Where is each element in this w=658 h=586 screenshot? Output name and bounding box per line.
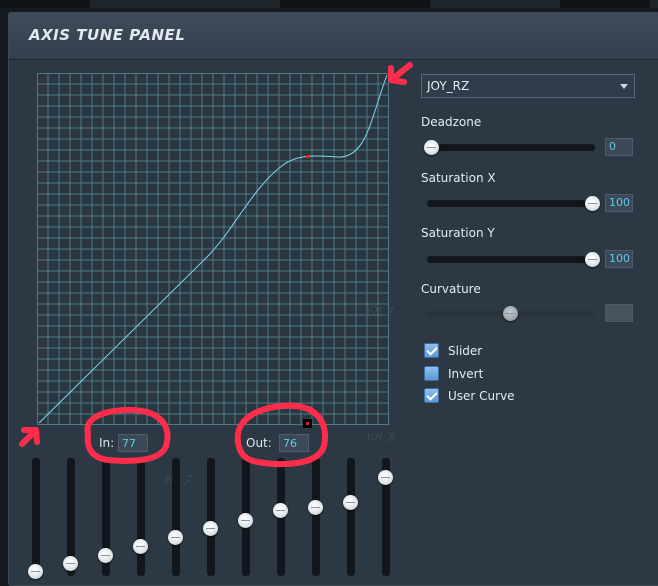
saturation-x-value-field[interactable]: 100 — [605, 194, 633, 212]
slider-checkbox[interactable] — [424, 343, 439, 358]
y-axis-name: JOY_Y — [367, 305, 395, 316]
saturation-x-slider-knob[interactable] — [585, 196, 600, 211]
saturation-y-slider[interactable] — [427, 252, 600, 267]
curve-point-slider-knob[interactable] — [273, 502, 288, 518]
axis-select-value: JOY_RZ — [427, 79, 470, 93]
curve-point-slider[interactable] — [343, 458, 358, 576]
in-value-field[interactable]: 77 — [118, 434, 148, 452]
curve-point-slider[interactable] — [238, 458, 253, 576]
curve-point-slider-knob[interactable] — [98, 547, 113, 563]
saturation-y-label: Saturation Y — [421, 226, 495, 240]
title-bar: AXIS TUNE PANEL — [9, 13, 658, 60]
curve-point-slider[interactable] — [28, 458, 43, 579]
curve-point-slider-knob[interactable] — [28, 564, 43, 579]
deadzone-label: Deadzone — [421, 115, 482, 129]
deadzone-value-field[interactable]: 0 — [605, 138, 633, 156]
curve-point-slider-knob[interactable] — [378, 470, 393, 486]
curve-point-slider-knob[interactable] — [343, 494, 358, 510]
curve-point-slider-knob[interactable] — [168, 530, 183, 546]
saturation-y-slider-knob[interactable] — [585, 252, 600, 267]
user-curve-checkbox-label[interactable]: User Curve — [448, 389, 515, 403]
curve-point-slider-knob[interactable] — [308, 499, 323, 515]
curvature-slider-knob[interactable] — [503, 306, 518, 321]
curve-point-slider[interactable] — [168, 458, 183, 576]
out-label: Out: — [246, 436, 272, 450]
background-block — [280, 0, 430, 8]
saturation-y-value-field[interactable]: 100 — [605, 250, 633, 268]
curve-point-slider[interactable] — [378, 458, 393, 576]
curvature-label: Curvature — [421, 282, 481, 296]
response-curve-graph[interactable] — [37, 73, 389, 425]
curve-point-slider-knob[interactable] — [133, 538, 148, 554]
slider-checkbox-label[interactable]: Slider — [448, 344, 482, 358]
curve-point-slider[interactable] — [308, 458, 323, 576]
curve-marker-handle[interactable] — [303, 419, 312, 428]
axis-tune-panel: AXIS TUNE PANEL JOY_Y JOY_X JOY_Z In: 77… — [8, 12, 658, 586]
saturation-x-slider[interactable] — [427, 196, 600, 211]
invert-checkbox[interactable] — [424, 366, 439, 381]
deadzone-slider-knob[interactable] — [424, 140, 439, 155]
invert-checkbox-label[interactable]: Invert — [448, 367, 483, 381]
user-curve-checkbox[interactable] — [424, 388, 439, 403]
curve-point-slider-knob[interactable] — [238, 513, 253, 528]
curve-point-slider[interactable] — [203, 458, 218, 576]
panel-title: AXIS TUNE PANEL — [29, 26, 186, 44]
curve-point-slider-knob[interactable] — [63, 555, 78, 571]
curve-point-slider-knob[interactable] — [203, 521, 218, 537]
x-axis-name: JOY_X — [367, 432, 396, 443]
background-block — [0, 0, 90, 8]
curve-point-slider[interactable] — [63, 458, 78, 576]
curve-selected-point[interactable] — [306, 155, 309, 158]
axis-select-dropdown[interactable]: JOY_RZ — [421, 74, 635, 98]
background-strip — [0, 0, 658, 8]
background-block — [560, 0, 650, 8]
curve-point-slider[interactable] — [273, 458, 288, 576]
curve-point-slider[interactable] — [133, 458, 148, 576]
in-label: In: — [99, 436, 115, 450]
curvature-value-field[interactable] — [605, 304, 633, 322]
curve-point-slider[interactable] — [98, 458, 113, 576]
saturation-x-label: Saturation X — [421, 171, 496, 185]
chevron-down-icon — [620, 84, 628, 89]
out-value-field[interactable]: 76 — [279, 434, 309, 452]
curvature-slider[interactable] — [427, 306, 595, 321]
deadzone-slider[interactable] — [424, 140, 595, 155]
